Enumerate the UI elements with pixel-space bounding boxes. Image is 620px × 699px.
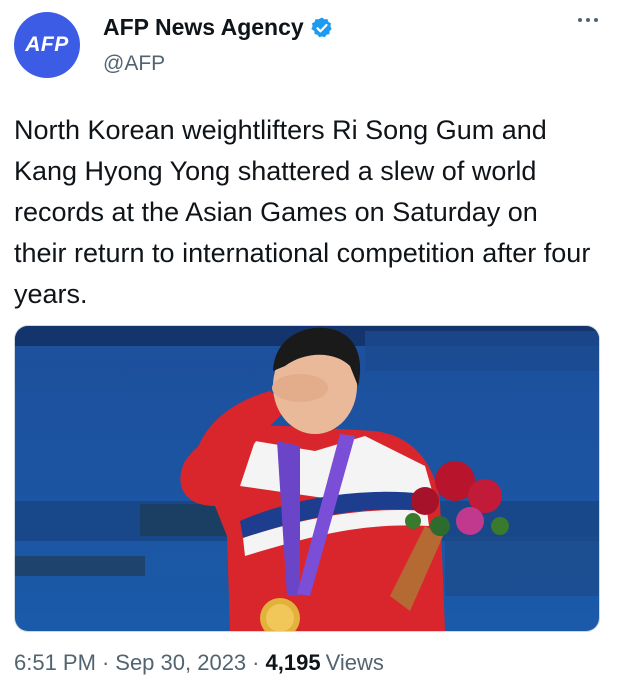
more-options-icon[interactable] bbox=[578, 18, 598, 22]
avatar-logo-text: AFP bbox=[25, 33, 69, 56]
author-avatar[interactable]: AFP bbox=[14, 12, 80, 78]
verified-badge-icon bbox=[310, 17, 332, 37]
weightlifter-photo bbox=[15, 326, 599, 631]
tweet-date[interactable]: Sep 30, 2023 bbox=[115, 650, 246, 676]
tweet-photo[interactable] bbox=[14, 325, 600, 632]
views-count: 4,195 bbox=[265, 650, 321, 675]
views-label: Views bbox=[325, 650, 384, 675]
author-name[interactable]: AFP News Agency bbox=[103, 14, 304, 41]
tweet-text: North Korean weightlifters Ri Song Gum a… bbox=[14, 115, 591, 309]
meta-separator: · bbox=[101, 650, 110, 675]
author-handle[interactable]: @AFP bbox=[103, 52, 165, 76]
author-name-row: AFP News Agency bbox=[103, 14, 334, 41]
meta-separator: · bbox=[252, 650, 260, 675]
tweet-time[interactable]: 6:51 PM bbox=[14, 650, 96, 676]
tweet-meta: 6:51 PM · Sep 30, 2023 · 4,195 Views bbox=[14, 650, 384, 676]
